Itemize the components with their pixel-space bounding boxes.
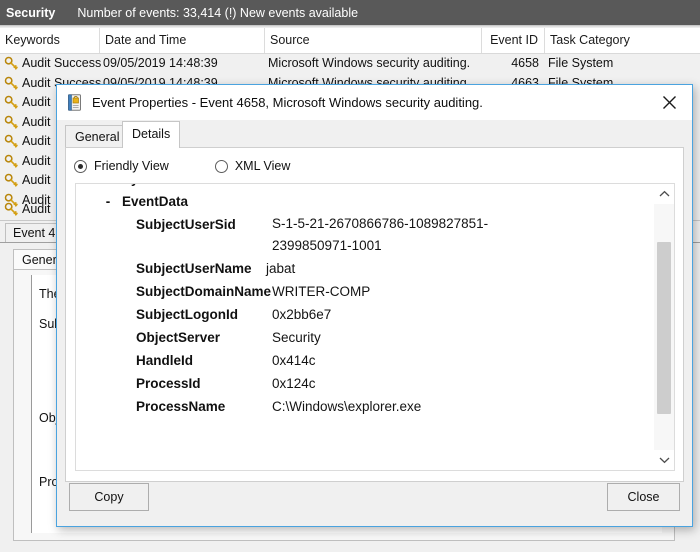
detail-row-subjectlogonid: SubjectLogonId 0x2bb6e7	[76, 303, 654, 326]
radio-selected-icon	[74, 159, 87, 173]
detail-key: SubjectLogonId	[136, 307, 238, 322]
audit-success-key-icon	[4, 56, 18, 70]
detail-value: jabat	[266, 261, 296, 276]
cell-source: Microsoft Windows security auditing.	[268, 56, 471, 70]
detail-group-eventdata[interactable]: - EventData	[76, 190, 654, 213]
chevron-up-icon	[659, 190, 669, 197]
detail-key: ProcessName	[136, 399, 226, 414]
log-name-label: Security	[6, 5, 56, 20]
column-header-task-category[interactable]: Task Category	[545, 28, 700, 53]
dialog-title: Event Properties - Event 4658, Microsoft…	[92, 95, 483, 110]
audit-success-key-icon	[4, 173, 18, 187]
column-header-date-and-time[interactable]: Date and Time	[100, 28, 265, 53]
detail-row-subjectusername: SubjectUserName jabat	[76, 257, 654, 280]
radio-xml-view[interactable]: XML View	[214, 159, 291, 173]
detail-row-subjectdomainname: SubjectDomainName WRITER-COMP	[76, 280, 654, 303]
detail-key: ProcessId	[136, 376, 201, 391]
chevron-down-icon	[659, 457, 669, 464]
detail-value: 0x2bb6e7	[272, 307, 332, 322]
detail-key: HandleId	[136, 353, 194, 368]
event-count-label: Number of events: 33,414 (!) New events …	[77, 5, 359, 20]
detail-value: Security	[272, 330, 321, 345]
event-properties-icon	[68, 94, 81, 111]
audit-success-key-icon	[4, 76, 18, 90]
scrollbar-thumb[interactable]	[657, 242, 671, 414]
close-button[interactable]: Close	[607, 483, 680, 511]
audit-success-key-icon	[4, 115, 18, 129]
audit-success-key-icon	[4, 134, 18, 148]
dialog-titlebar[interactable]: Event Properties - Event 4658, Microsoft…	[57, 85, 692, 120]
tab-general[interactable]: General	[65, 125, 130, 148]
detail-value: WRITER-COMP	[272, 284, 371, 299]
radio-unselected-icon	[214, 159, 228, 173]
event-details-box: + System - EventData SubjectUserSid S-1-…	[75, 183, 675, 471]
radio-friendly-view-label: Friendly View	[94, 159, 169, 173]
copy-button[interactable]: Copy	[69, 483, 149, 511]
detail-key: SubjectDomainName	[136, 284, 272, 299]
dialog-close-button[interactable]	[647, 85, 692, 120]
radio-xml-view-label: XML View	[234, 159, 291, 173]
detail-group-label: EventData	[122, 194, 189, 209]
detail-value: 0x124c	[272, 376, 316, 391]
column-header-source[interactable]: Source	[265, 28, 482, 53]
detail-row-subjectusersid: SubjectUserSid S-1-5-21-2670866786-10898…	[76, 213, 654, 257]
cell-event-id: 4658	[511, 56, 539, 70]
detail-row-processid: ProcessId 0x124c	[76, 372, 654, 395]
audit-success-key-icon	[4, 95, 18, 109]
scroll-up-button[interactable]	[654, 184, 674, 204]
events-column-header-row: Keywords Date and Time Source Event ID T…	[0, 28, 700, 54]
scroll-down-button[interactable]	[654, 450, 674, 470]
preview-gutter	[14, 275, 30, 533]
column-header-keywords[interactable]: Keywords	[0, 28, 100, 53]
details-tab-panel: Friendly View XML View + System - EventD…	[65, 147, 684, 482]
audit-success-key-icon	[4, 202, 18, 216]
cell-keywords: Audit Success	[22, 56, 102, 70]
tab-details[interactable]: Details	[122, 121, 181, 148]
detail-key: ObjectServer	[136, 330, 221, 345]
detail-value: 0x414c	[272, 353, 316, 368]
scrollbar-track[interactable]	[654, 204, 674, 450]
log-status-header: Security Number of events: 33,414 (!) Ne…	[0, 0, 700, 25]
detail-value: C:\Windows\explorer.exe	[272, 399, 422, 414]
audit-success-key-icon	[4, 154, 18, 168]
dialog-tabstrip: General Details	[57, 120, 692, 148]
event-details-list: + System - EventData SubjectUserSid S-1-…	[76, 184, 654, 418]
column-header-event-id[interactable]: Event ID	[482, 28, 545, 53]
detail-row-handleid: HandleId 0x414c	[76, 349, 654, 372]
event-properties-dialog: Event Properties - Event 4658, Microsoft…	[56, 84, 693, 527]
table-row[interactable]: Audit Success 09/05/2019 14:48:39 Micros…	[0, 54, 700, 74]
event-details-scrollport: + System - EventData SubjectUserSid S-1-…	[76, 184, 654, 470]
detail-key: SubjectUserSid	[136, 217, 236, 232]
collapse-toggle-icon[interactable]: -	[102, 190, 114, 213]
radio-friendly-view[interactable]: Friendly View	[74, 159, 169, 173]
view-mode-radio-group: Friendly View XML View	[74, 156, 336, 176]
detail-key: SubjectUserName	[136, 261, 252, 276]
detail-row-processname: ProcessName C:\Windows\explorer.exe	[76, 395, 654, 418]
details-scrollbar[interactable]	[654, 184, 674, 470]
cell-datetime: 09/05/2019 14:48:39	[103, 56, 218, 70]
detail-value: S-1-5-21-2670866786-1089827851- 23998509…	[272, 216, 489, 253]
cell-task-category: File System	[548, 56, 614, 70]
close-icon	[663, 96, 676, 109]
detail-row-objectserver: ObjectServer Security	[76, 326, 654, 349]
